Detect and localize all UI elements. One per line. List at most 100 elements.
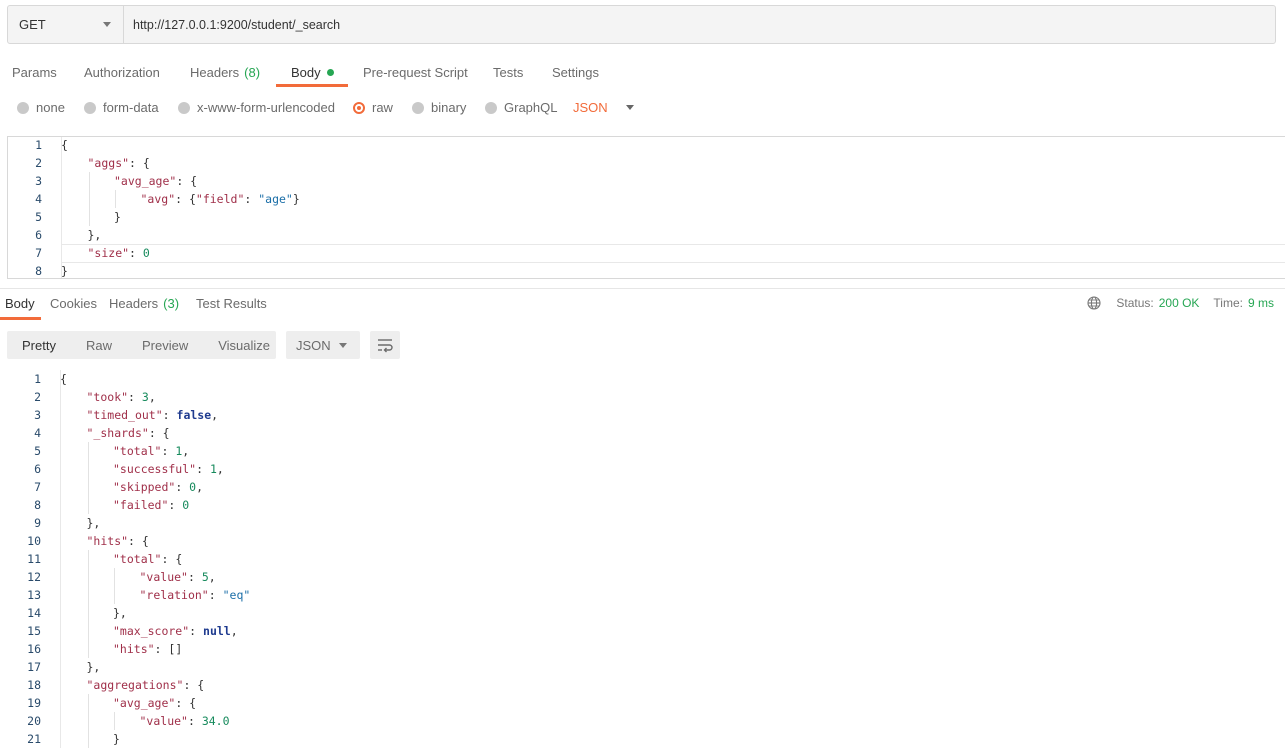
indent-guide	[114, 568, 115, 586]
code-line: 10 "hits": {	[7, 532, 1285, 550]
indent-guide	[115, 190, 116, 208]
line-number: 6	[34, 462, 41, 476]
request-bar: GET http://127.0.0.1:9200/student/_searc…	[7, 5, 1276, 44]
code-text: "avg_age": {	[114, 174, 198, 188]
line-number: 2	[34, 390, 41, 404]
view-preview-button[interactable]: Preview	[127, 331, 203, 359]
line-number: 10	[27, 534, 41, 548]
code-line: 7 "skipped": 0,	[7, 478, 1285, 496]
view-pretty-button[interactable]: Pretty	[7, 331, 71, 359]
response-tab-headers[interactable]: Headers (3)	[109, 296, 179, 320]
code-line: 8 "failed": 0	[7, 496, 1285, 514]
response-body-viewer[interactable]: 1{2 "took": 3, 3 "timed_out": false, 4 "_shar…	[7, 370, 1285, 748]
line-number: 16	[27, 642, 41, 656]
code-text: "_shards": {	[86, 426, 170, 440]
method-label: GET	[19, 17, 46, 32]
code-line: 5 "total": 1,	[7, 442, 1285, 460]
radio-form-data[interactable]: form-data	[84, 100, 159, 115]
tab-headers[interactable]: Headers (8)	[190, 58, 260, 88]
code-text: "aggs": {	[87, 156, 150, 170]
line-number: 8	[34, 498, 41, 512]
response-tab-test-results[interactable]: Test Results	[196, 296, 267, 320]
code-text: "timed_out": false,	[86, 408, 219, 422]
code-line: 16 "hits": []	[7, 640, 1285, 658]
line-number: 4	[35, 192, 42, 206]
code-text: "aggregations": {	[86, 678, 205, 692]
tab-tests[interactable]: Tests	[493, 58, 523, 88]
line-number: 15	[27, 624, 41, 638]
indent-guide	[87, 712, 89, 730]
code-text: "failed": 0	[113, 498, 190, 512]
radio-raw[interactable]: raw	[353, 100, 393, 115]
code-text: "avg": {"field": "age"}	[140, 192, 300, 206]
body-type-options: none form-data x-www-form-urlencoded raw…	[0, 100, 700, 118]
line-number: 8	[35, 264, 42, 278]
code-line: 21}	[7, 730, 1285, 748]
code-line: 5}	[8, 208, 1285, 226]
active-line-border	[61, 262, 1285, 263]
code-line: 3 "timed_out": false,	[7, 406, 1285, 424]
code-text: },	[86, 660, 101, 674]
indent-guide	[87, 622, 89, 640]
line-number: 9	[34, 516, 41, 530]
radio-circle-icon	[178, 101, 190, 114]
radio-binary[interactable]: binary	[412, 100, 466, 115]
wrap-lines-button[interactable]	[370, 331, 400, 359]
panel-divider	[0, 288, 1285, 289]
radio-graphql[interactable]: GraphQL	[485, 100, 557, 115]
code-line: 9},	[7, 514, 1285, 532]
indent-guide	[87, 730, 89, 748]
radio-none[interactable]: none	[17, 100, 65, 115]
indent-guide	[88, 208, 90, 226]
line-number: 3	[35, 174, 42, 188]
view-visualize-button[interactable]: Visualize	[203, 331, 285, 359]
tab-params[interactable]: Params	[12, 58, 57, 88]
request-body-editor[interactable]: 1{2 "aggs": {3 "avg_age": {4 "avg": {"field…	[7, 136, 1285, 279]
code-line: 19 "avg_age": {	[7, 694, 1285, 712]
code-text: },	[86, 516, 101, 530]
status-value[interactable]: 200 OK	[1159, 296, 1200, 310]
indent-guide	[114, 712, 115, 730]
body-language-select[interactable]: JSON	[573, 100, 634, 115]
view-raw-button[interactable]: Raw	[71, 331, 127, 359]
line-number: 4	[34, 426, 41, 440]
code-line: 2 "aggs": {	[8, 154, 1285, 172]
code-text: {	[60, 372, 67, 386]
response-format-select[interactable]: JSON	[286, 331, 360, 359]
code-text: "value": 34.0	[139, 714, 230, 728]
tab-settings[interactable]: Settings	[552, 58, 599, 88]
time-value[interactable]: 9 ms	[1248, 296, 1274, 310]
view-mode-toolbar: Pretty Raw Preview Visualize	[7, 331, 276, 359]
wrap-lines-icon	[378, 339, 393, 353]
code-line: 6 "successful": 1,	[7, 460, 1285, 478]
code-line: 1{	[7, 370, 1285, 388]
code-text: }	[61, 264, 68, 278]
tab-authorization[interactable]: Authorization	[84, 58, 160, 88]
code-text: "relation": "eq"	[139, 588, 251, 602]
indent-guide	[88, 172, 90, 190]
radio-selected-icon	[353, 101, 365, 114]
radio-x-www-form-urlencoded[interactable]: x-www-form-urlencoded	[178, 100, 335, 115]
code-text: "size": 0	[87, 246, 150, 260]
url-input[interactable]: http://127.0.0.1:9200/student/_search	[124, 6, 340, 43]
code-text: "hits": []	[113, 642, 183, 656]
response-tab-cookies[interactable]: Cookies	[50, 296, 97, 320]
tab-pre-request-script[interactable]: Pre-request Script	[363, 58, 468, 88]
line-number: 17	[27, 660, 41, 674]
line-number: 2	[35, 156, 42, 170]
line-number: 20	[27, 714, 41, 728]
line-number: 3	[34, 408, 41, 422]
globe-icon[interactable]	[1087, 296, 1101, 310]
active-response-tab-underline	[0, 317, 41, 320]
radio-circle-icon	[84, 101, 96, 114]
indent-guide	[87, 586, 89, 604]
line-number: 19	[27, 696, 41, 710]
status-label: Status:	[1116, 296, 1154, 310]
chevron-down-icon	[625, 105, 634, 110]
line-number: 5	[35, 210, 42, 224]
code-line: 4 "_shards": {	[7, 424, 1285, 442]
gutter-border	[60, 370, 61, 748]
code-text: }	[114, 210, 121, 224]
method-select[interactable]: GET	[8, 6, 124, 43]
code-line: 12 "value": 5,	[7, 568, 1285, 586]
